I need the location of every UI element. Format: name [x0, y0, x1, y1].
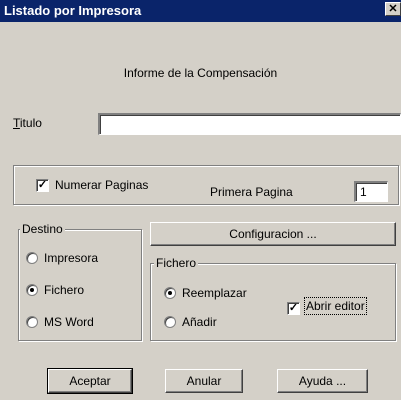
numerar-paginas-checkbox[interactable]: ✓ — [36, 179, 49, 192]
report-heading: Informe de la Compensación — [123, 66, 278, 80]
window-title: Listado por Impresora — [4, 3, 142, 18]
title-bar: Listado por Impresora ✕ — [0, 0, 401, 22]
destino-legend: Destino — [20, 222, 65, 236]
radio-impresora[interactable] — [26, 252, 38, 264]
ayuda-button[interactable]: Ayuda ... — [277, 369, 368, 393]
radio-dot — [30, 288, 34, 292]
close-icon[interactable]: ✕ — [385, 2, 401, 16]
titulo-label: Titulo — [13, 116, 42, 130]
primera-pagina-label: Primera Pagina — [210, 185, 293, 199]
radio-dot — [168, 291, 172, 295]
radio-reemplazar-label: Reemplazar — [182, 286, 247, 300]
anular-button[interactable]: Anular — [165, 369, 243, 393]
radio-reemplazar[interactable] — [164, 287, 176, 299]
aceptar-button[interactable]: Aceptar — [47, 368, 133, 394]
primera-pagina-input[interactable]: 1 — [354, 181, 388, 202]
radio-ms-word-label: MS Word — [44, 315, 94, 329]
titulo-input[interactable] — [98, 113, 401, 135]
numerar-paginas-label: Numerar Paginas — [55, 178, 149, 192]
abrir-editor-label: Abrir editor — [304, 297, 367, 315]
fichero-legend: Fichero — [154, 256, 199, 270]
radio-anadir-label: Añadir — [182, 315, 217, 329]
radio-impresora-label: Impresora — [44, 251, 99, 265]
radio-anadir[interactable] — [164, 316, 176, 328]
dialog-window: Listado por Impresora ✕ Informe de la Co… — [0, 0, 401, 400]
radio-fichero-label: Fichero — [44, 283, 85, 297]
radio-ms-word[interactable] — [26, 316, 38, 328]
abrir-editor-checkbox[interactable]: ✓ — [287, 302, 300, 315]
radio-fichero[interactable] — [26, 284, 38, 296]
configuracion-button[interactable]: Configuracion ... — [150, 222, 396, 246]
